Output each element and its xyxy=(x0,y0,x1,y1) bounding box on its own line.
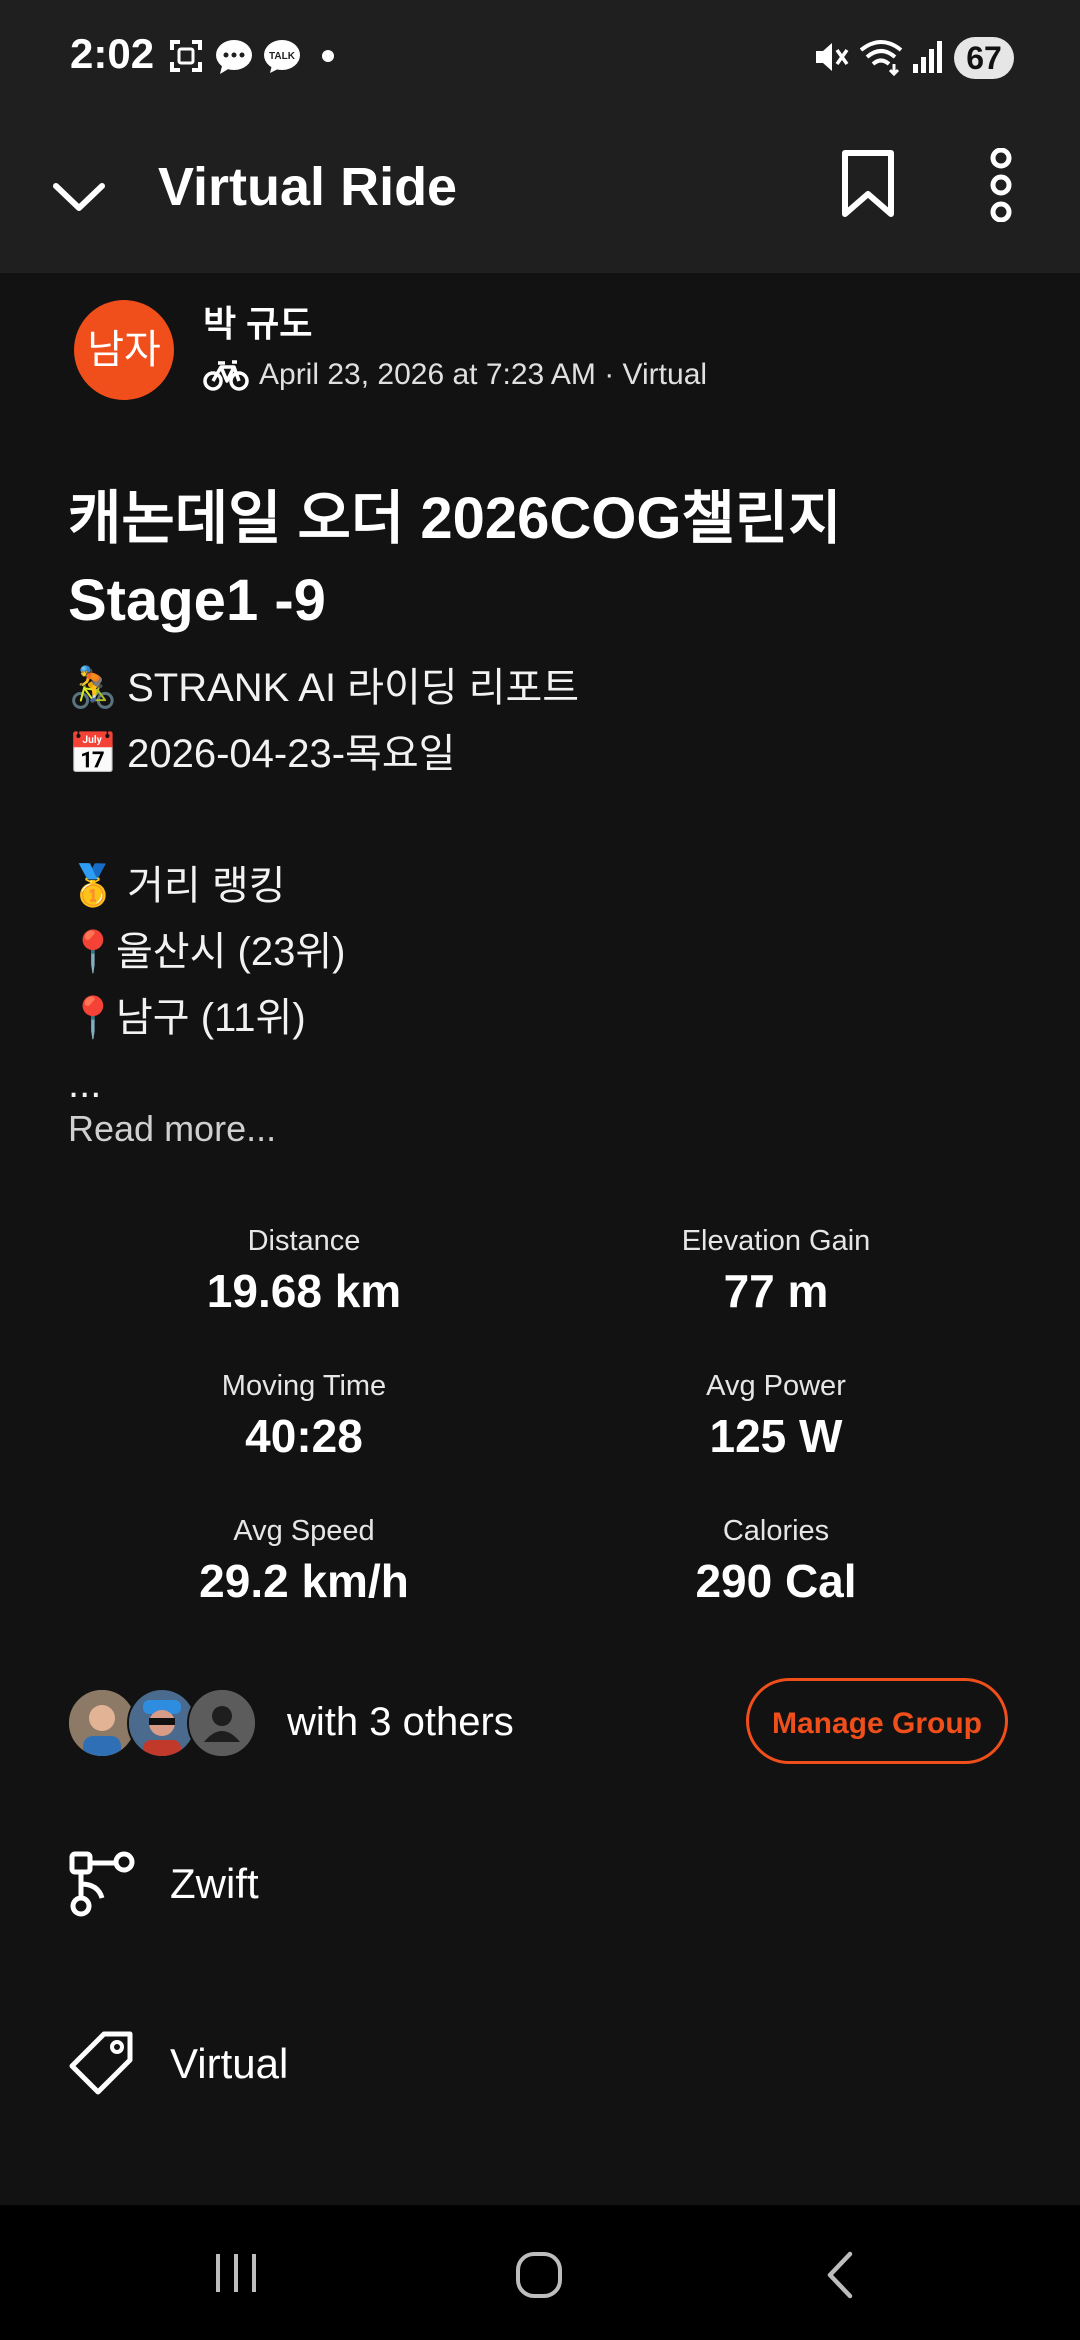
pin-icon: 📍 xyxy=(68,930,118,974)
activity-meta: April 23, 2026 at 7:23 AM · Virtual xyxy=(203,358,707,392)
stat-elevation-gain: Elevation Gain 77 m xyxy=(566,1225,986,1318)
activity-meta-text: April 23, 2026 at 7:23 AM · Virtual xyxy=(259,358,708,391)
tag-icon xyxy=(69,2031,133,2095)
bike-icon xyxy=(203,360,249,391)
stat-value: 77 m xyxy=(723,1265,829,1317)
description-line: 📍남구 (11위) xyxy=(68,985,579,1051)
page-title: Virtual Ride xyxy=(158,157,458,217)
group-avatars[interactable] xyxy=(67,1688,257,1758)
description-line: 🥇 거리 랭킹 xyxy=(68,853,579,919)
stat-value: 40:28 xyxy=(245,1410,363,1462)
stat-value: 19.68 km xyxy=(206,1265,402,1317)
app-bar: Virtual Ride xyxy=(0,118,1080,273)
avatar xyxy=(187,1688,257,1758)
description-line: 📍울산시 (23위) xyxy=(68,919,579,985)
stat-label: Elevation Gain xyxy=(681,1225,871,1257)
talk-icon: TALK xyxy=(264,40,300,73)
athlete-name[interactable]: 박 규도 xyxy=(203,295,312,347)
svg-text:TALK: TALK xyxy=(269,51,296,62)
medal-icon: 🥇 xyxy=(68,864,118,908)
stat-avg-speed: Avg Speed 29.2 km/h xyxy=(94,1515,514,1608)
wifi-icon xyxy=(859,40,903,76)
tag-label: Virtual xyxy=(170,2040,289,2087)
avatar[interactable]: 남자 xyxy=(74,300,174,400)
battery-icon: 67 xyxy=(954,37,1014,79)
mute-icon xyxy=(816,43,849,71)
description-line: 🚴 STRANK AI 라이딩 리포트 xyxy=(68,655,579,721)
stat-label: Calories xyxy=(722,1515,830,1547)
stat-distance: Distance 19.68 km xyxy=(94,1225,514,1318)
signal-icon xyxy=(913,41,942,73)
back-icon[interactable] xyxy=(822,2250,858,2300)
stat-value: 290 Cal xyxy=(695,1555,857,1607)
manage-group-button[interactable]: Manage Group xyxy=(746,1678,1008,1764)
device-icon xyxy=(69,1851,135,1917)
recents-icon[interactable] xyxy=(212,2250,262,2296)
chevron-down-icon[interactable] xyxy=(50,168,108,226)
screenshot-icon xyxy=(170,40,202,72)
activity-title: 캐논데일 오더 2026COG챌린지 Stage1 -9 xyxy=(68,486,842,633)
activity-description: 🚴 STRANK AI 라이딩 리포트 📅 2026-04-23-목요일 🥇 거… xyxy=(68,655,579,1117)
stat-avg-power: Avg Power 125 W xyxy=(566,1370,986,1463)
system-nav-bar xyxy=(0,2205,1080,2340)
status-time: 2:02 xyxy=(70,30,155,77)
home-icon[interactable] xyxy=(514,2250,564,2300)
stat-value: 29.2 km/h xyxy=(199,1555,409,1607)
status-bar: 2:02 TALK 67 xyxy=(0,0,1080,118)
read-more-link[interactable]: Read more... xyxy=(68,1108,276,1150)
stat-value: 125 W xyxy=(709,1410,843,1462)
bookmark-icon[interactable] xyxy=(838,148,898,220)
stat-label: Moving Time xyxy=(221,1370,387,1402)
group-text[interactable]: with 3 others xyxy=(287,1700,514,1745)
more-vertical-icon[interactable] xyxy=(986,148,1016,222)
pin-icon: 📍 xyxy=(68,996,118,1040)
description-line xyxy=(68,787,579,853)
device-name: Zwift xyxy=(170,1860,259,1907)
cyclist-icon: 🚴 xyxy=(68,666,118,710)
chat-icon xyxy=(216,40,252,74)
stat-calories: Calories 290 Cal xyxy=(566,1515,986,1608)
stat-label: Avg Speed xyxy=(233,1515,375,1547)
stat-label: Distance xyxy=(247,1225,361,1257)
stat-moving-time: Moving Time 40:28 xyxy=(94,1370,514,1463)
description-line: 📅 2026-04-23-목요일 xyxy=(68,721,579,787)
dot-icon xyxy=(322,50,334,62)
calendar-icon: 📅 xyxy=(68,732,118,776)
stat-label: Avg Power xyxy=(706,1370,846,1402)
